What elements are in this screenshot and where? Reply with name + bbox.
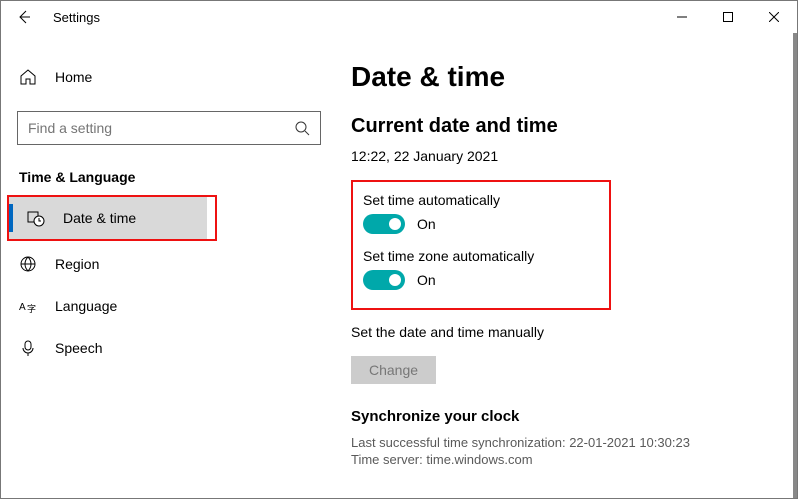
current-datetime-value: 12:22, 22 January 2021 <box>351 148 797 164</box>
globe-icon <box>19 255 37 273</box>
sidebar-item-region[interactable]: Region <box>1 243 337 285</box>
highlight-annotation-sidebar: Date & time <box>7 195 217 241</box>
home-nav[interactable]: Home <box>1 57 337 97</box>
set-tz-auto-label: Set time zone automatically <box>363 248 539 264</box>
sidebar-item-label: Language <box>55 298 117 314</box>
window-body: Home Time & Language Date & time <box>1 33 797 498</box>
sidebar-item-label: Date & time <box>63 210 136 226</box>
set-time-auto-group: Set time automatically On <box>363 192 539 234</box>
set-time-auto-state: On <box>417 216 436 232</box>
home-icon <box>19 68 37 86</box>
microphone-icon <box>19 339 37 357</box>
search-icon <box>294 120 310 136</box>
highlight-annotation-toggles: Set time automatically On Set time zone … <box>351 180 611 310</box>
back-button[interactable] <box>9 2 39 32</box>
search-input-container[interactable] <box>17 111 321 145</box>
sync-last-line: Last successful time synchronization: 22… <box>351 435 797 450</box>
svg-text:A: A <box>19 302 26 313</box>
set-tz-auto-toggle[interactable] <box>363 270 405 290</box>
change-button: Change <box>351 356 436 384</box>
maximize-button[interactable] <box>705 2 751 32</box>
set-tz-auto-toggle-row: On <box>363 270 539 290</box>
close-button[interactable] <box>751 2 797 32</box>
sync-heading: Synchronize your clock <box>351 408 797 425</box>
maximize-icon <box>723 12 733 22</box>
sidebar-section-header: Time & Language <box>19 169 337 185</box>
current-datetime-heading: Current date and time <box>351 115 797 138</box>
sidebar: Home Time & Language Date & time <box>1 33 337 498</box>
home-label: Home <box>55 69 92 85</box>
minimize-button[interactable] <box>659 2 705 32</box>
clock-calendar-icon <box>27 209 45 227</box>
set-time-auto-label: Set time automatically <box>363 192 539 208</box>
close-icon <box>769 12 779 22</box>
settings-window: Settings Home Time & Language <box>0 0 798 499</box>
content-pane: Date & time Current date and time 12:22,… <box>337 33 797 498</box>
arrow-left-icon <box>16 9 32 25</box>
sidebar-item-speech[interactable]: Speech <box>1 327 337 369</box>
sidebar-item-label: Speech <box>55 340 102 356</box>
minimize-icon <box>677 12 687 22</box>
sidebar-item-language[interactable]: A字 Language <box>1 285 337 327</box>
vertical-scrollbar[interactable] <box>793 33 797 498</box>
page-title: Date & time <box>351 61 797 93</box>
set-tz-auto-group: Set time zone automatically On <box>363 248 539 290</box>
search-input[interactable] <box>28 120 294 136</box>
window-title: Settings <box>53 10 100 25</box>
sync-server-line: Time server: time.windows.com <box>351 452 797 467</box>
language-icon: A字 <box>19 297 37 315</box>
sidebar-item-label: Region <box>55 256 99 272</box>
window-controls <box>659 2 797 32</box>
set-tz-auto-state: On <box>417 272 436 288</box>
titlebar: Settings <box>1 1 797 33</box>
svg-text:字: 字 <box>27 303 36 314</box>
set-time-auto-toggle[interactable] <box>363 214 405 234</box>
sidebar-item-date-time[interactable]: Date & time <box>9 197 207 239</box>
set-time-auto-toggle-row: On <box>363 214 539 234</box>
sync-clock-section: Synchronize your clock Last successful t… <box>351 408 797 467</box>
manual-datetime-label: Set the date and time manually <box>351 324 797 340</box>
